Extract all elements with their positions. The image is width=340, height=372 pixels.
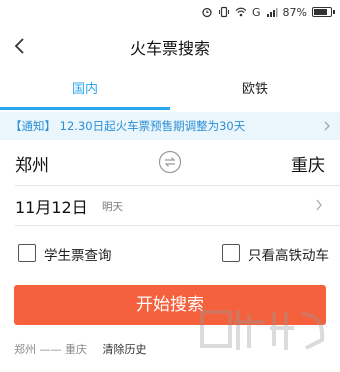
active-tab-indicator xyxy=(0,107,170,110)
date-row[interactable]: 11月12日 明天 xyxy=(0,186,340,224)
high-speed-only-label: 只看高铁动车 xyxy=(248,248,329,264)
arrival-city[interactable]: 重庆 xyxy=(291,151,325,176)
notice-text: 【通知】 12.30日起火车票预售期调整为30天 xyxy=(10,119,246,133)
departure-city[interactable]: 郑州 xyxy=(15,151,49,176)
chevron-right-icon xyxy=(324,121,330,131)
clear-history-link[interactable]: 清除历史 xyxy=(103,343,147,356)
title-bar: 火车票搜索 xyxy=(0,24,340,68)
departure-date: 11月12日 xyxy=(15,198,88,217)
divider xyxy=(15,225,340,226)
route-row: 郑州 重庆 xyxy=(0,140,340,184)
page-title: 火车票搜索 xyxy=(129,39,210,58)
wifi-icon xyxy=(235,7,247,17)
battery-percentage: 87% xyxy=(282,5,307,19)
chevron-right-icon xyxy=(316,199,322,211)
watermark-logo xyxy=(200,310,325,350)
swap-icon[interactable] xyxy=(158,150,182,174)
alarm-icon xyxy=(202,7,212,18)
student-ticket-checkbox[interactable] xyxy=(18,244,36,262)
tab-domestic[interactable]: 国内 xyxy=(0,70,170,110)
student-ticket-label: 学生票查询 xyxy=(44,248,112,264)
search-history: 郑州 —— 重庆 清除历史 xyxy=(14,341,147,359)
vibrate-icon xyxy=(219,6,230,18)
date-relative-label: 明天 xyxy=(102,201,123,213)
status-bar: G 87% xyxy=(0,0,340,24)
high-speed-only-checkbox[interactable] xyxy=(222,244,240,262)
signal-icon xyxy=(266,8,278,17)
notice-banner[interactable]: 【通知】 12.30日起火车票预售期调整为30天 xyxy=(0,112,340,140)
options-row: 学生票查询 只看高铁动车 xyxy=(0,240,340,270)
battery-icon xyxy=(312,7,335,17)
tab-europe-rail[interactable]: 欧铁 xyxy=(170,70,340,110)
network-label: G xyxy=(252,5,261,19)
tab-bar: 国内 欧铁 xyxy=(0,70,340,110)
history-route-item[interactable]: 郑州 —— 重庆 xyxy=(14,343,87,356)
